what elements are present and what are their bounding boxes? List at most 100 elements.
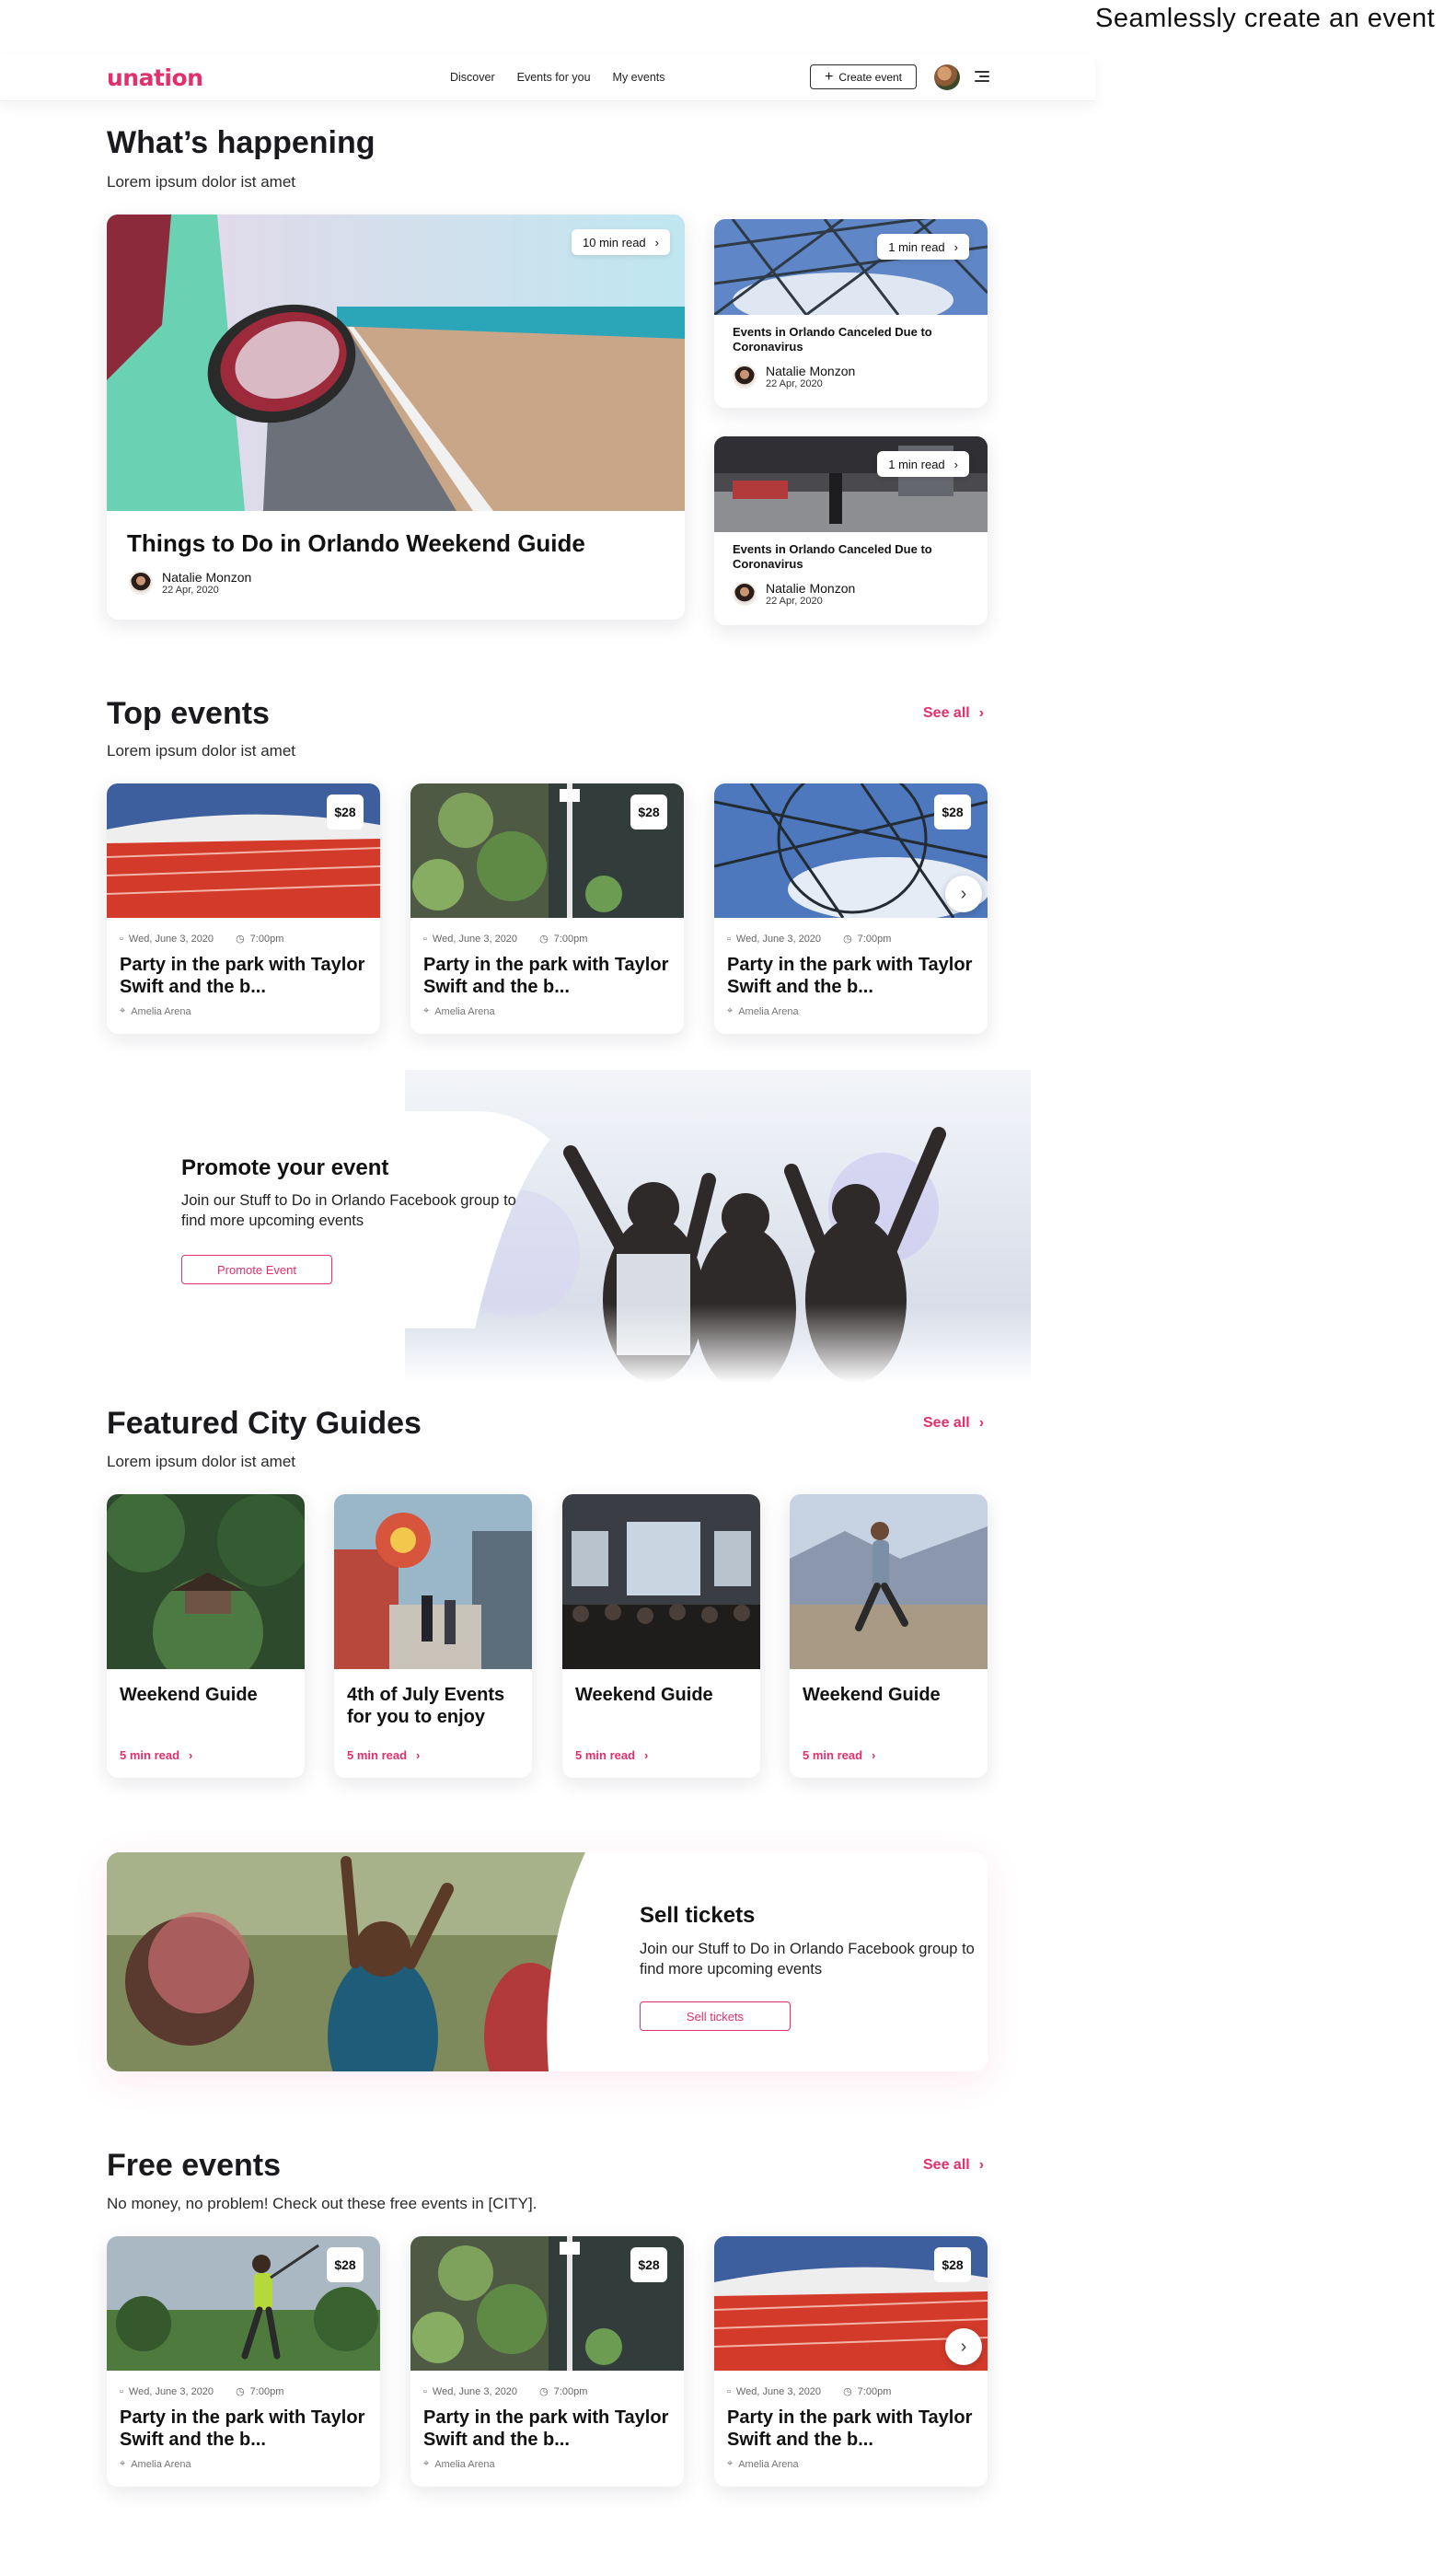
plus-icon: +	[824, 68, 834, 85]
section-title-free-events: Free events	[107, 2148, 281, 2183]
nav-discover[interactable]: Discover	[450, 71, 495, 84]
guide-image-garden	[107, 1494, 305, 1669]
event-card[interactable]: $28 ▫ Wed, June 3, 2020 ◷ 7:00pm Party in …	[410, 783, 684, 1034]
event-venue: ⌖ Amelia Arena	[120, 1005, 191, 1017]
venue-name: Amelia Arena	[738, 2458, 799, 2470]
read-time-label: 1 min read	[888, 239, 945, 254]
location-pin-icon: ⌖	[120, 2458, 126, 2469]
section-title-top-events: Top events	[107, 696, 270, 731]
side-article-card-1[interactable]: 1 min read › Events in Orlando Canceled …	[714, 219, 988, 408]
clock-icon: ◷	[539, 934, 549, 945]
event-date: Wed, June 3, 2020	[128, 2385, 214, 2397]
create-event-button[interactable]: + Create event	[810, 64, 917, 89]
venue-name: Amelia Arena	[131, 1005, 191, 1017]
sell-tickets-title: Sell tickets	[640, 1903, 756, 1928]
guide-read-time: 5 min read ›	[803, 1748, 875, 1762]
venue-name: Amelia Arena	[434, 2458, 495, 2470]
chevron-right-icon: ›	[189, 1748, 193, 1762]
event-card[interactable]: $28 ▫ Wed, June 3, 2020 ◷ 7:00pm Party in …	[410, 2236, 684, 2487]
carousel-next-button[interactable]: ›	[945, 2328, 982, 2365]
event-venue: ⌖ Amelia Arena	[727, 1005, 799, 1017]
guide-image-concert-hall	[562, 1494, 760, 1669]
guide-card[interactable]: Weekend Guide 5 min read ›	[790, 1494, 988, 1778]
section-subtitle-top-events: Lorem ipsum dolor ist amet	[107, 742, 296, 760]
see-all-label: See all	[923, 705, 970, 721]
price-badge: $28	[630, 2247, 667, 2282]
chevron-right-icon: ›	[872, 1748, 876, 1762]
price-badge: $28	[327, 795, 364, 829]
read-time-label: 5 min read	[347, 1748, 408, 1762]
location-pin-icon: ⌖	[727, 2458, 734, 2469]
event-card[interactable]: $28 › ▫ Wed, June 3, 2020 ◷ 7:00pm Party i…	[714, 2236, 988, 2487]
page: unation Discover Events for you My event…	[0, 0, 1095, 2552]
article-image-road	[107, 215, 685, 511]
section-subtitle-guides: Lorem ipsum dolor ist amet	[107, 1453, 296, 1470]
guide-title: Weekend Guide	[575, 1685, 713, 1705]
location-pin-icon: ⌖	[423, 1005, 430, 1016]
chevron-right-icon: ›	[416, 1748, 421, 1762]
side-article-title[interactable]: Events in Orlando Canceled Due to Corona…	[733, 325, 972, 354]
read-time-label: 5 min read	[120, 1748, 180, 1762]
guide-title: Weekend Guide	[120, 1685, 258, 1705]
article-title[interactable]: Things to Do in Orlando Weekend Guide	[127, 529, 585, 558]
chevron-right-icon: ›	[978, 2157, 985, 2173]
create-event-label: Create event	[838, 70, 903, 84]
event-time: 7:00pm	[857, 2385, 892, 2397]
featured-article-card[interactable]: 10 min read › Things to Do in Orlando We…	[107, 215, 685, 620]
author-name: Natalie Monzon	[162, 570, 252, 585]
guide-read-time: 5 min read ›	[575, 1748, 648, 1762]
read-time-label: 1 min read	[888, 457, 945, 471]
clock-icon: ◷	[236, 934, 245, 945]
event-time: 7:00pm	[553, 2385, 588, 2397]
see-all-top-events[interactable]: See all ›	[923, 705, 984, 722]
sell-tickets-button[interactable]: Sell tickets	[640, 2001, 791, 2031]
event-card[interactable]: $28 ▫ Wed, June 3, 2020 ◷ 7:00pm Party in …	[107, 783, 380, 1034]
carousel-next-button[interactable]: ›	[945, 876, 982, 912]
author-avatar	[733, 365, 757, 389]
location-pin-icon: ⌖	[727, 1005, 734, 1016]
chevron-right-icon: ›	[953, 239, 958, 254]
read-time-label: 10 min read	[583, 235, 646, 249]
event-title: Party in the park with Taylor Swift and …	[727, 955, 973, 997]
read-time-pill: 10 min read ›	[572, 229, 670, 255]
event-card[interactable]: $28 ▫ Wed, June 3, 2020 ◷ 7:00pm Party in …	[107, 2236, 380, 2487]
chevron-right-icon: ›	[978, 705, 985, 721]
see-all-free-events[interactable]: See all ›	[923, 2157, 984, 2174]
main-nav: Discover Events for you My events	[450, 71, 665, 84]
price-badge: $28	[934, 2247, 971, 2282]
guide-card[interactable]: Weekend Guide 5 min read ›	[107, 1494, 305, 1778]
location-pin-icon: ⌖	[423, 2458, 430, 2469]
sell-banner-photo	[107, 1852, 585, 2071]
side-article-card-2[interactable]: 1 min read › Events in Orlando Canceled …	[714, 436, 988, 625]
guide-card[interactable]: Weekend Guide 5 min read ›	[562, 1494, 760, 1778]
guide-read-time: 5 min read ›	[120, 1748, 192, 1762]
event-title: Party in the park with Taylor Swift and …	[120, 955, 365, 997]
sell-tickets-text: Join our Stuff to Do in Orlando Facebook…	[640, 1941, 975, 1978]
chevron-right-icon: ›	[978, 1415, 985, 1431]
article-author: Natalie Monzon 22 Apr, 2020	[733, 581, 855, 607]
event-card[interactable]: $28 › ▫ Wed, June 3, 2020 ◷ 7:00pm Party i…	[714, 783, 988, 1034]
nav-my-events[interactable]: My events	[613, 71, 665, 84]
menu-icon[interactable]	[975, 71, 989, 82]
promote-event-button[interactable]: Promote Event	[181, 1255, 332, 1284]
clock-icon: ◷	[539, 2386, 549, 2397]
guide-card[interactable]: 4th of July Events for you to enjoy 5 mi…	[334, 1494, 532, 1778]
author-avatar	[129, 571, 153, 595]
calendar-icon: ▫	[120, 2385, 123, 2397]
section-subtitle-happening: Lorem ipsum dolor ist amet	[107, 173, 296, 191]
author-date: 22 Apr, 2020	[766, 596, 823, 607]
author-name: Natalie Monzon	[766, 581, 856, 596]
logo[interactable]: unation	[107, 64, 203, 91]
read-time-label: 5 min read	[803, 1748, 863, 1762]
guide-title: Weekend Guide	[803, 1685, 941, 1705]
calendar-icon: ▫	[727, 2385, 731, 2397]
event-meta: ▫ Wed, June 3, 2020 ◷ 7:00pm	[727, 933, 891, 945]
user-avatar[interactable]	[934, 64, 960, 90]
venue-name: Amelia Arena	[738, 1005, 799, 1017]
see-all-guides[interactable]: See all ›	[923, 1415, 984, 1432]
side-article-title[interactable]: Events in Orlando Canceled Due to Corona…	[733, 542, 972, 572]
event-time: 7:00pm	[249, 2385, 284, 2397]
event-venue: ⌖ Amelia Arena	[423, 2458, 495, 2470]
promote-text: Join our Stuff to Do in Orlando Facebook…	[181, 1192, 516, 1229]
nav-events-for-you[interactable]: Events for you	[517, 71, 591, 84]
